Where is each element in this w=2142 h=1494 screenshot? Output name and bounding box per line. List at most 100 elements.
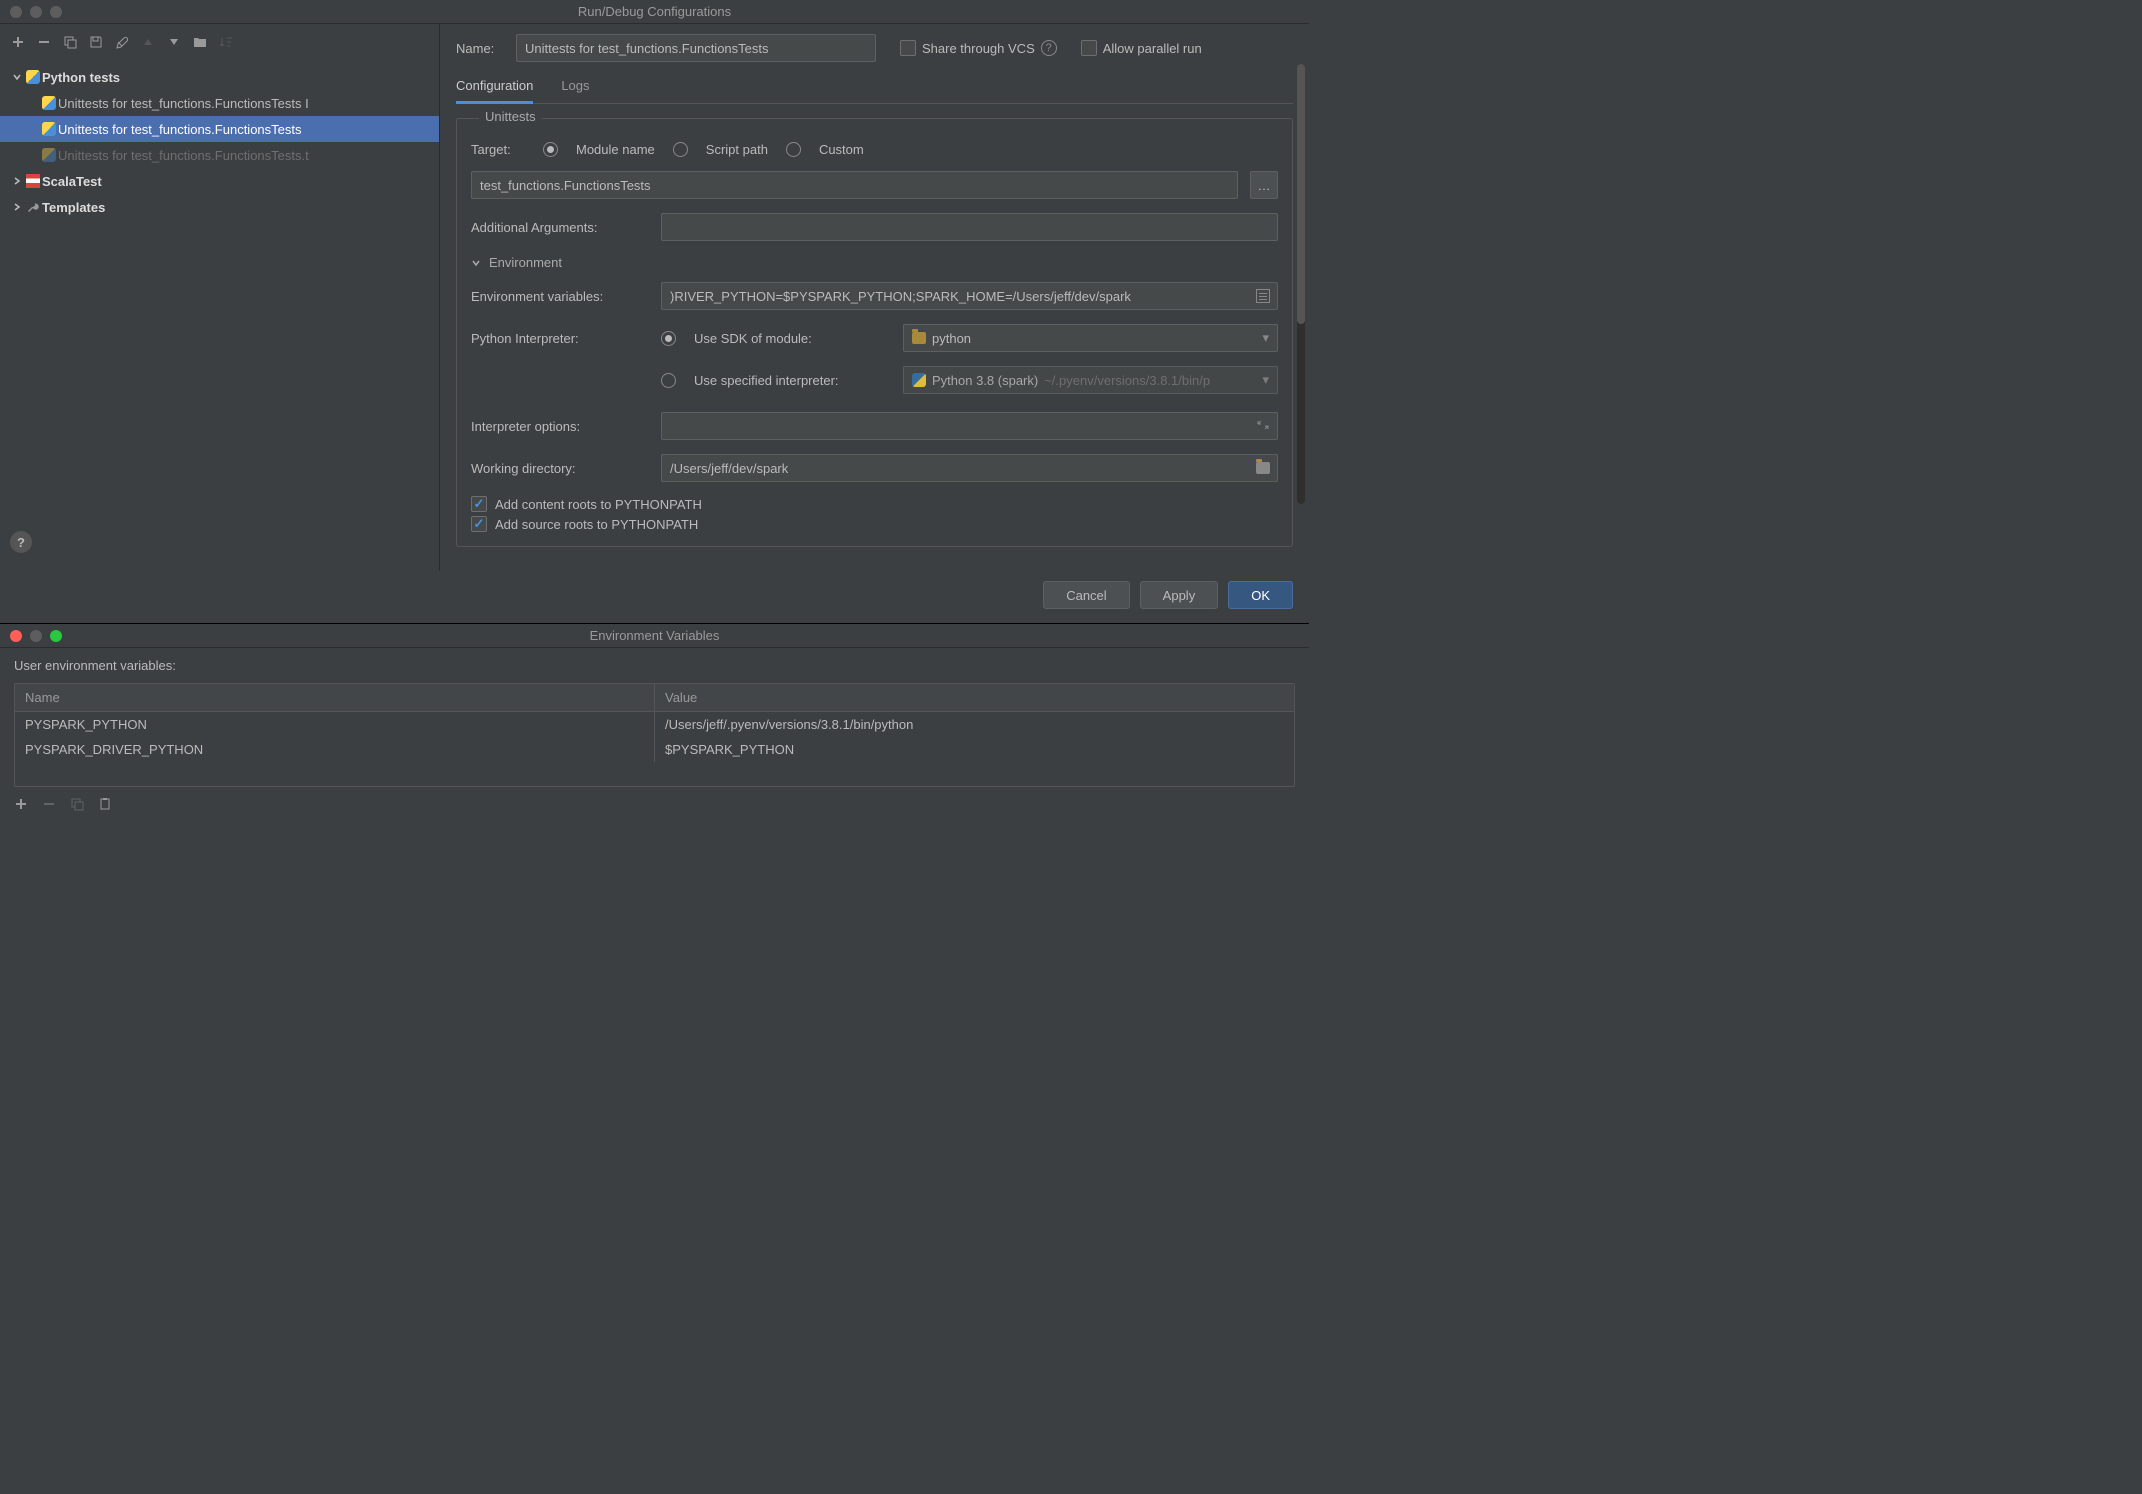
- add-source-roots-label: Add source roots to PYTHONPATH: [495, 517, 698, 532]
- expand-icon[interactable]: [1256, 418, 1270, 432]
- window-controls: [0, 6, 62, 18]
- working-dir-input[interactable]: [661, 454, 1278, 482]
- minimize-window-button[interactable]: [30, 630, 42, 642]
- remove-config-icon[interactable]: [36, 34, 52, 50]
- python-icon: [912, 373, 926, 387]
- help-button[interactable]: ?: [10, 531, 32, 553]
- dialog-footer: Cancel Apply OK: [0, 571, 1309, 623]
- save-config-icon[interactable]: [88, 34, 104, 50]
- scrollbar-thumb[interactable]: [1297, 64, 1305, 324]
- sdk-module-value: python: [932, 331, 971, 346]
- additional-args-label: Additional Arguments:: [471, 220, 649, 235]
- col-header-value: Value: [655, 684, 1294, 711]
- target-script-label: Script path: [706, 142, 768, 157]
- python-tests-icon: [24, 70, 42, 84]
- tree-group-templates[interactable]: Templates: [0, 194, 439, 220]
- move-down-icon[interactable]: [166, 34, 182, 50]
- tab-configuration[interactable]: Configuration: [456, 72, 533, 104]
- target-module-radio[interactable]: [543, 142, 558, 157]
- env-vars-input[interactable]: [661, 282, 1278, 310]
- additional-args-input[interactable]: [661, 213, 1278, 241]
- close-window-button[interactable]: [10, 6, 22, 18]
- tree-group-scalatest[interactable]: ScalaTest: [0, 168, 439, 194]
- sort-icon[interactable]: [218, 34, 234, 50]
- ok-button[interactable]: OK: [1228, 581, 1293, 609]
- add-content-roots-checkbox[interactable]: [471, 496, 487, 512]
- env-value-cell: /Users/jeff/.pyenv/versions/3.8.1/bin/py…: [655, 712, 1294, 737]
- browse-target-button[interactable]: …: [1250, 171, 1278, 199]
- chevron-down-icon: ▾: [1262, 372, 1269, 388]
- copy-config-icon[interactable]: [62, 34, 78, 50]
- close-window-button[interactable]: [10, 630, 22, 642]
- wrench-icon: [24, 200, 42, 214]
- minimize-window-button[interactable]: [30, 6, 42, 18]
- tree-group-label: Python tests: [42, 70, 120, 85]
- python-test-icon: [40, 122, 58, 136]
- table-row[interactable]: PYSPARK_PYTHON /Users/jeff/.pyenv/versio…: [15, 712, 1294, 737]
- env-value-cell: $PYSPARK_PYTHON: [655, 737, 1294, 762]
- name-label: Name:: [456, 41, 516, 56]
- env-vars-browse-icon[interactable]: [1256, 289, 1270, 306]
- caret-down-icon: [471, 258, 483, 268]
- tree-item-label: Unittests for test_functions.FunctionsTe…: [58, 122, 302, 137]
- environment-section-toggle[interactable]: Environment: [471, 255, 1278, 270]
- folder-browse-icon[interactable]: [1256, 462, 1270, 477]
- add-env-var-icon[interactable]: [14, 797, 28, 811]
- scrollbar[interactable]: [1297, 64, 1305, 504]
- tree-group-label: ScalaTest: [42, 174, 102, 189]
- titlebar: Run/Debug Configurations: [0, 0, 1309, 24]
- env-window-title: Environment Variables: [0, 628, 1309, 643]
- env-vars-label: Environment variables:: [471, 289, 649, 304]
- caret-right-icon: [10, 176, 24, 186]
- target-custom-radio[interactable]: [786, 142, 801, 157]
- move-up-icon[interactable]: [140, 34, 156, 50]
- table-row[interactable]: PYSPARK_DRIVER_PYTHON $PYSPARK_PYTHON: [15, 737, 1294, 762]
- paste-env-var-icon[interactable]: [98, 797, 112, 811]
- target-module-label: Module name: [576, 142, 655, 157]
- use-specified-label: Use specified interpreter:: [694, 373, 839, 388]
- working-dir-label: Working directory:: [471, 461, 649, 476]
- add-content-roots-label: Add content roots to PYTHONPATH: [495, 497, 702, 512]
- tree-item-1[interactable]: Unittests for test_functions.FunctionsTe…: [0, 90, 439, 116]
- window-title: Run/Debug Configurations: [0, 4, 1309, 19]
- env-name-cell: PYSPARK_DRIVER_PYTHON: [15, 737, 655, 762]
- maximize-window-button[interactable]: [50, 6, 62, 18]
- tree-item-3[interactable]: Unittests for test_functions.FunctionsTe…: [0, 142, 439, 168]
- folder-icon[interactable]: [192, 34, 208, 50]
- remove-env-var-icon[interactable]: [42, 797, 56, 811]
- add-source-roots-checkbox[interactable]: [471, 516, 487, 532]
- environment-section-label: Environment: [489, 255, 562, 270]
- tree-toolbar: [0, 24, 439, 60]
- add-config-icon[interactable]: [10, 34, 26, 50]
- tree-item-2-selected[interactable]: Unittests for test_functions.FunctionsTe…: [0, 116, 439, 142]
- use-sdk-radio[interactable]: [661, 331, 676, 346]
- env-titlebar: Environment Variables: [0, 624, 1309, 648]
- cancel-button[interactable]: Cancel: [1043, 581, 1129, 609]
- copy-env-var-icon[interactable]: [70, 797, 84, 811]
- share-vcs-checkbox[interactable]: [900, 40, 916, 56]
- env-vars-window: Environment Variables User environment v…: [0, 623, 1309, 821]
- interp-options-input[interactable]: [661, 412, 1278, 440]
- sdk-module-select[interactable]: python ▾: [903, 324, 1278, 352]
- python-test-icon: [40, 148, 58, 162]
- unittests-fieldset: Unittests Target: Module name Script pat…: [456, 118, 1293, 547]
- config-name-input[interactable]: [516, 34, 876, 62]
- info-icon[interactable]: ?: [1041, 40, 1057, 56]
- target-script-radio[interactable]: [673, 142, 688, 157]
- apply-button[interactable]: Apply: [1140, 581, 1219, 609]
- py-interpreter-label: Python Interpreter:: [471, 331, 649, 346]
- use-specified-radio[interactable]: [661, 373, 676, 388]
- tree-group-python-tests[interactable]: Python tests: [0, 64, 439, 90]
- specified-interpreter-select[interactable]: Python 3.8 (spark) ~/.pyenv/versions/3.8…: [903, 366, 1278, 394]
- env-vars-table: Name Value PYSPARK_PYTHON /Users/jeff/.p…: [14, 683, 1295, 787]
- specified-interpreter-path: ~/.pyenv/versions/3.8.1/bin/p: [1044, 373, 1210, 388]
- module-folder-icon: [912, 332, 926, 344]
- maximize-window-button[interactable]: [50, 630, 62, 642]
- share-vcs-label: Share through VCS: [922, 41, 1035, 56]
- specified-interpreter-value: Python 3.8 (spark): [932, 373, 1038, 388]
- allow-parallel-checkbox[interactable]: [1081, 40, 1097, 56]
- target-value-input[interactable]: [471, 171, 1238, 199]
- tab-logs[interactable]: Logs: [561, 72, 589, 103]
- edit-config-icon[interactable]: [114, 34, 130, 50]
- target-label: Target:: [471, 142, 531, 157]
